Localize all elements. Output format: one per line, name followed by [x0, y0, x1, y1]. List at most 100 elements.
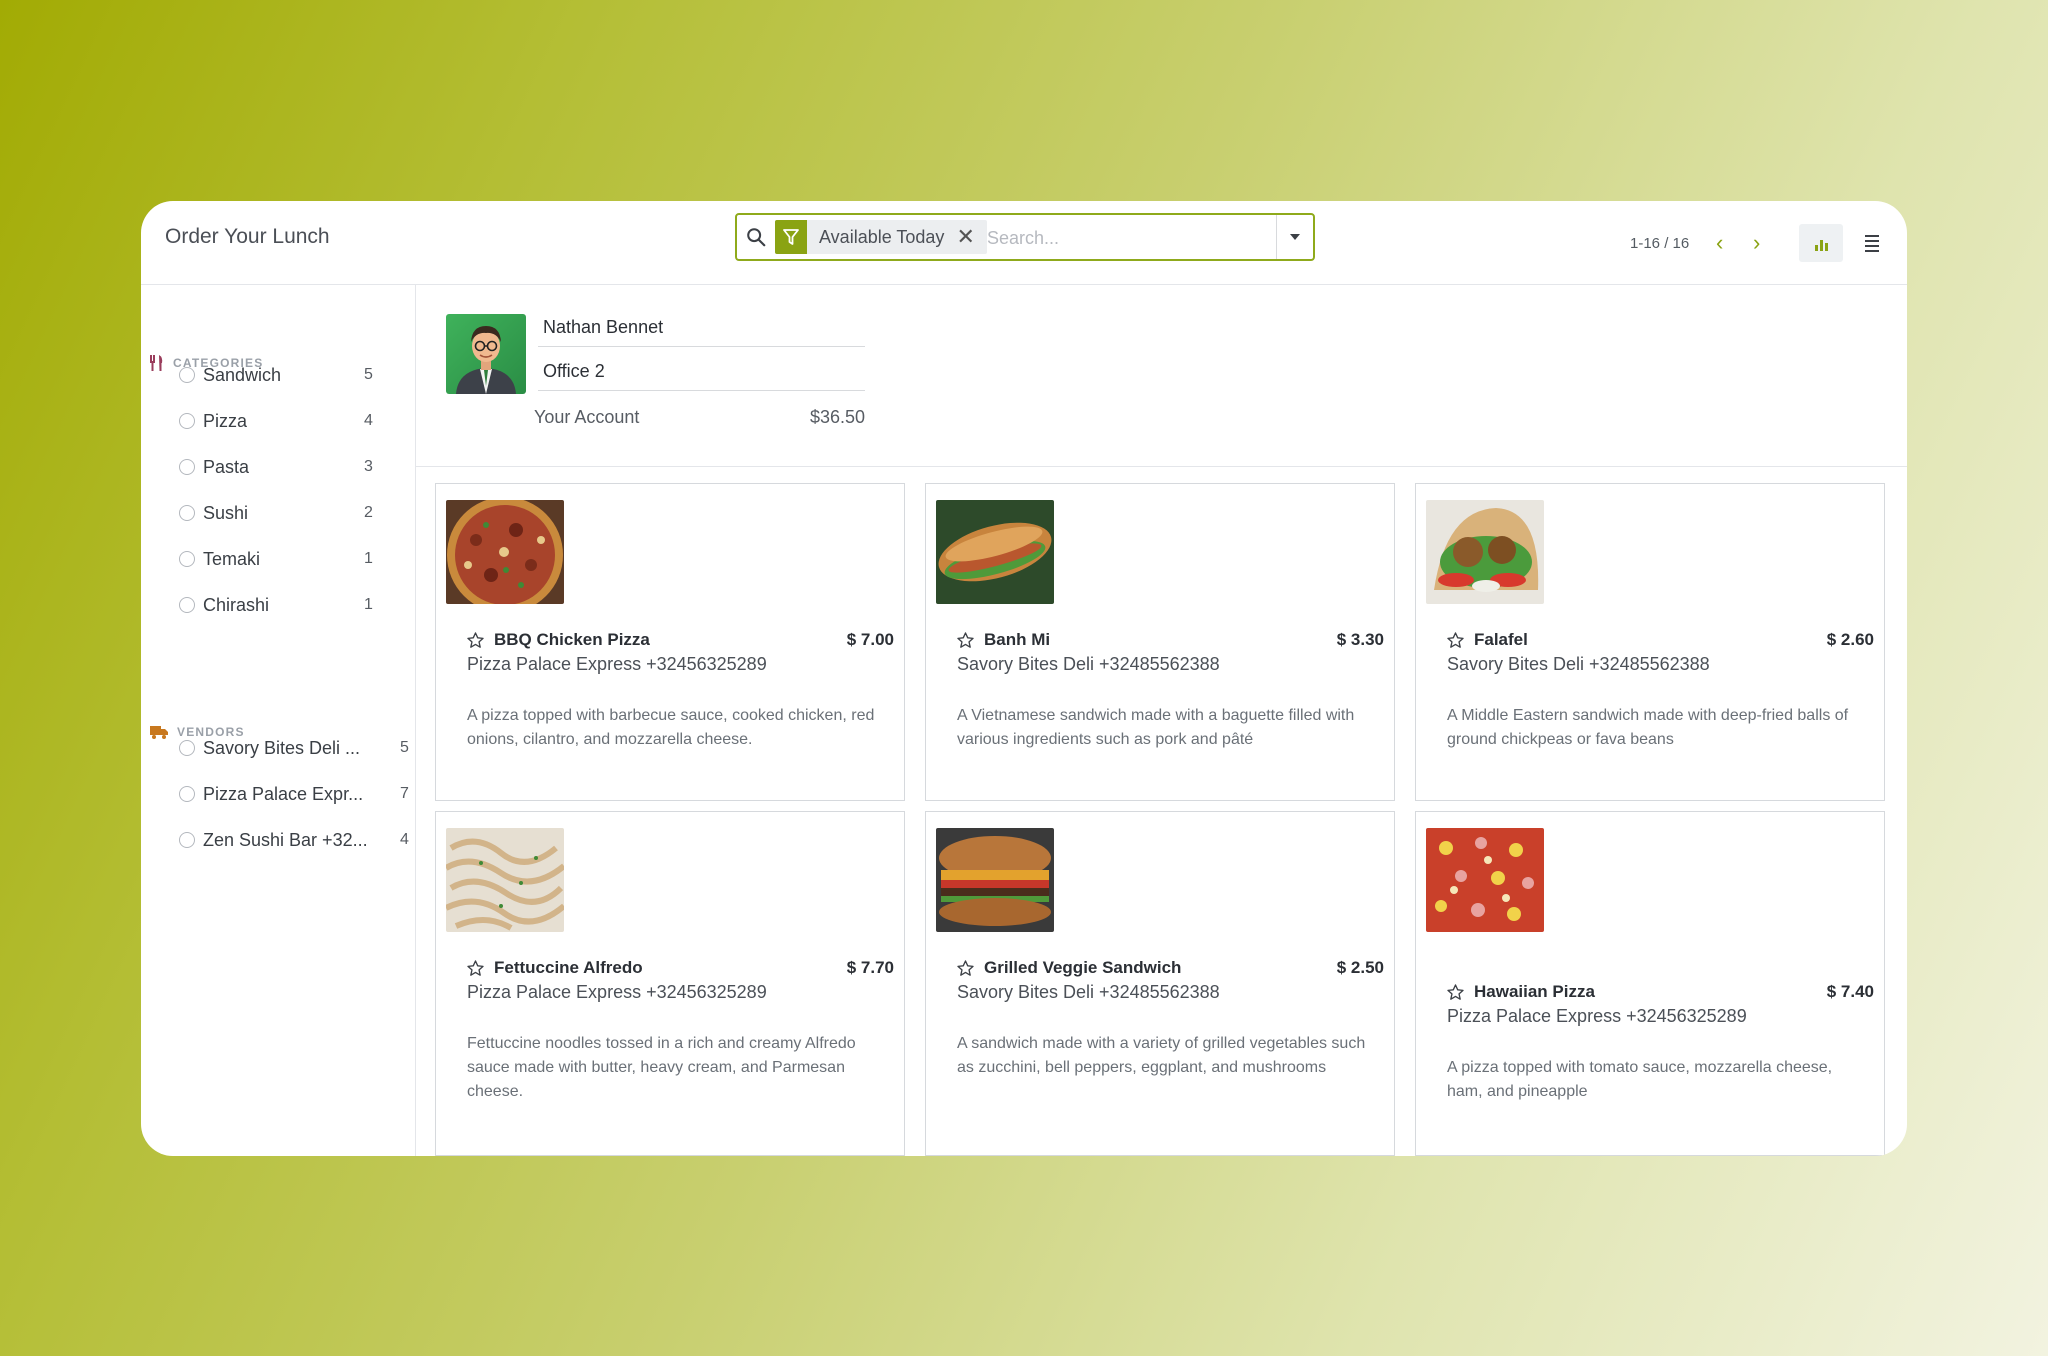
- product-description: A Vietnamese sandwich made with a baguet…: [957, 707, 1355, 748]
- radio-icon[interactable]: [179, 832, 195, 848]
- product-vendor: Savory Bites Deli +32485562388: [957, 982, 1220, 1002]
- star-icon[interactable]: [466, 959, 485, 978]
- cutlery-icon: [150, 355, 163, 371]
- vendor-label: Savory Bites Deli ...: [203, 737, 361, 758]
- product-vendor: Pizza Palace Express +32456325289: [467, 654, 767, 674]
- product-vendor: Savory Bites Deli +32485562388: [957, 654, 1220, 674]
- product-title-row: Hawaiian Pizza $ 7.40: [1446, 982, 1874, 1002]
- product-name: Fettuccine Alfredo: [494, 958, 643, 977]
- search-icon[interactable]: [745, 226, 767, 248]
- category-label: Pizza: [203, 410, 248, 431]
- radio-icon[interactable]: [179, 740, 195, 756]
- product-vendor: Savory Bites Deli +32485562388: [1447, 654, 1710, 674]
- user-name-field[interactable]: Nathan Bennet: [538, 307, 865, 347]
- product-price: $ 7.00: [846, 630, 894, 649]
- pager-previous-icon[interactable]: ‹: [1716, 230, 1723, 256]
- product-image: [1426, 500, 1544, 604]
- product-card-bbq-chicken-pizza[interactable]: BBQ Chicken Pizza $ 7.00 Pizza Palace Ex…: [435, 483, 905, 801]
- category-item-sandwich[interactable]: Sandwich: [179, 355, 281, 395]
- radio-icon[interactable]: [179, 551, 195, 567]
- app-window: Order Your Lunch Available Today ✕ 1-16 …: [141, 201, 1907, 1156]
- category-count: 5: [364, 366, 373, 383]
- radio-icon[interactable]: [179, 597, 195, 613]
- product-card-grilled-veggie-sandwich[interactable]: Grilled Veggie Sandwich $ 2.50 Savory Bi…: [925, 811, 1395, 1156]
- product-name: Hawaiian Pizza: [1474, 982, 1595, 1001]
- list-view-button[interactable]: [1852, 224, 1892, 262]
- product-name: Banh Mi: [984, 630, 1051, 649]
- caret-down-icon: [1290, 234, 1300, 240]
- product-price: $ 7.40: [1826, 982, 1874, 1001]
- category-item-pizza[interactable]: Pizza: [179, 401, 247, 441]
- product-image: [446, 828, 564, 932]
- search-options-toggle[interactable]: [1276, 215, 1313, 259]
- category-item-chirashi[interactable]: Chirashi: [179, 585, 269, 625]
- pager-next-icon[interactable]: ›: [1753, 230, 1760, 256]
- category-count: 2: [364, 504, 373, 521]
- product-image: [1426, 828, 1544, 932]
- page-title: Order Your Lunch: [165, 225, 330, 248]
- category-count: 3: [364, 458, 373, 475]
- product-title-row: Grilled Veggie Sandwich $ 2.50: [956, 958, 1384, 978]
- account-balance: $36.50: [810, 407, 866, 427]
- control-panel: Order Your Lunch Available Today ✕ 1-16 …: [141, 201, 1907, 285]
- product-name: Grilled Veggie Sandwich: [984, 958, 1182, 977]
- product-description: A Middle Eastern sandwich made with deep…: [1447, 707, 1849, 748]
- product-vendor: Pizza Palace Express +32456325289: [1447, 1006, 1747, 1026]
- search-facet: Available Today ✕: [775, 220, 987, 254]
- facet-label: Available Today: [819, 226, 945, 247]
- star-icon[interactable]: [956, 959, 975, 978]
- radio-icon[interactable]: [179, 413, 195, 429]
- product-price: $ 2.50: [1336, 958, 1384, 977]
- star-icon[interactable]: [1446, 983, 1465, 1002]
- vendor-item-zen-sushi-bar[interactable]: Zen Sushi Bar +32...: [179, 820, 373, 860]
- product-card-falafel[interactable]: Falafel $ 2.60 Savory Bites Deli +324855…: [1415, 483, 1885, 801]
- radio-icon[interactable]: [179, 367, 195, 383]
- product-title-row: BBQ Chicken Pizza $ 7.00: [466, 630, 894, 650]
- category-count: 1: [364, 596, 373, 613]
- category-label: Temaki: [203, 548, 261, 569]
- product-image: [446, 500, 564, 604]
- category-count: 4: [364, 412, 373, 429]
- product-title-row: Falafel $ 2.60: [1446, 630, 1874, 650]
- category-item-temaki[interactable]: Temaki: [179, 539, 260, 579]
- star-icon[interactable]: [466, 631, 485, 650]
- star-icon[interactable]: [1446, 631, 1465, 650]
- product-description: A pizza topped with barbecue sauce, cook…: [467, 707, 875, 748]
- category-item-pasta[interactable]: Pasta: [179, 447, 249, 487]
- vendor-item-savory-bites-deli[interactable]: Savory Bites Deli ...: [179, 728, 373, 768]
- category-label: Pasta: [203, 456, 250, 477]
- product-name: BBQ Chicken Pizza: [494, 630, 650, 649]
- star-icon[interactable]: [956, 631, 975, 650]
- pager-value[interactable]: 1-16 / 16: [1630, 235, 1689, 252]
- product-title-row: Banh Mi $ 3.30: [956, 630, 1384, 650]
- radio-icon[interactable]: [179, 459, 195, 475]
- product-vendor: Pizza Palace Express +32456325289: [467, 982, 767, 1002]
- product-title-row: Fettuccine Alfredo $ 7.70: [466, 958, 894, 978]
- product-image: [936, 828, 1054, 932]
- product-image: [936, 500, 1054, 604]
- category-label: Chirashi: [203, 594, 270, 615]
- product-price: $ 3.30: [1336, 630, 1384, 649]
- radio-icon[interactable]: [179, 786, 195, 802]
- search-input[interactable]: [985, 219, 1249, 257]
- product-card-hawaiian-pizza[interactable]: Hawaiian Pizza $ 7.40 Pizza Palace Expre…: [1415, 811, 1885, 1156]
- category-label: Sandwich: [203, 364, 282, 385]
- vendor-count: 4: [400, 831, 409, 848]
- account-label: Your Account: [534, 407, 640, 427]
- vendor-count: 5: [400, 739, 409, 756]
- product-card-banh-mi[interactable]: Banh Mi $ 3.30 Savory Bites Deli +324855…: [925, 483, 1395, 801]
- product-description: A pizza topped with tomato sauce, mozzar…: [1447, 1059, 1833, 1100]
- user-panel: Nathan Bennet Office 2 Your Account $36.…: [416, 285, 1907, 467]
- product-description: A sandwich made with a variety of grille…: [957, 1035, 1366, 1076]
- search-panel: CATEGORIES Sandwich 5 Pizza 4 Pasta 3 Su…: [141, 285, 416, 1156]
- product-card-fettuccine-alfredo[interactable]: Fettuccine Alfredo $ 7.70 Pizza Palace E…: [435, 811, 905, 1156]
- vendor-item-pizza-palace-express[interactable]: Pizza Palace Expr...: [179, 774, 373, 814]
- category-label: Sushi: [203, 502, 249, 523]
- category-item-sushi[interactable]: Sushi: [179, 493, 248, 533]
- facet-remove-icon[interactable]: ✕: [954, 220, 986, 254]
- category-count: 1: [364, 550, 373, 567]
- radio-icon[interactable]: [179, 505, 195, 521]
- search-bar[interactable]: Available Today ✕: [735, 213, 1315, 261]
- kanban-view-button[interactable]: [1799, 224, 1843, 262]
- user-location-field[interactable]: Office 2: [538, 351, 865, 391]
